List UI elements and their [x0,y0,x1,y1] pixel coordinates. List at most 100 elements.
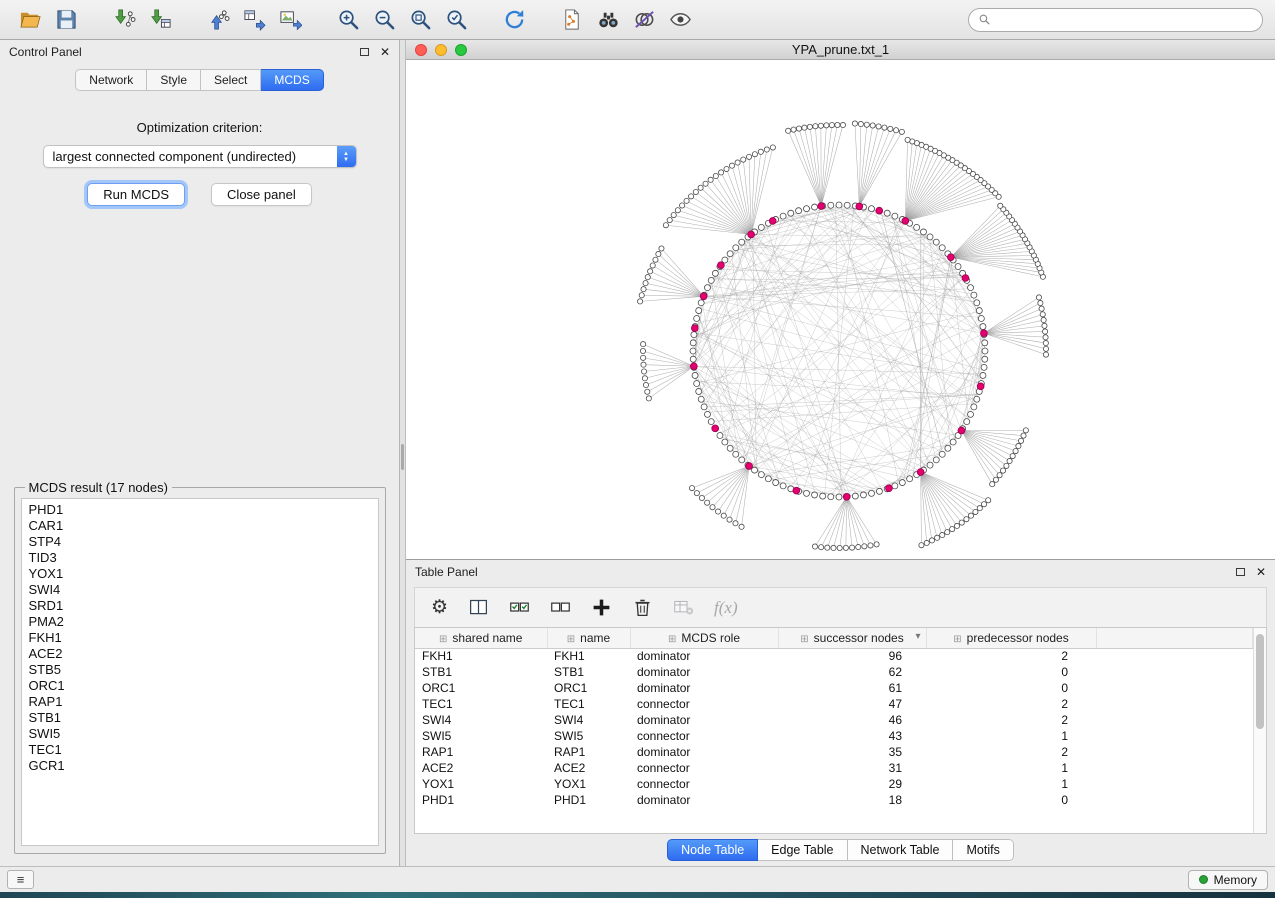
mcds-result-item[interactable]: GCR1 [29,758,371,774]
optimization-criterion-select[interactable]: largest connected component (undirected)… [43,145,357,168]
save-session-button[interactable] [48,4,84,36]
mcds-result-item[interactable]: STB1 [29,710,371,726]
table-row[interactable]: TEC1TEC1connector472 [415,696,1253,712]
table-cell[interactable] [1096,776,1253,792]
import-table-button[interactable] [142,4,178,36]
table-cell[interactable]: dominator [630,680,778,696]
vertical-splitter[interactable] [400,40,406,866]
column-header-mcds-role[interactable]: ⊞MCDS role [630,628,778,648]
table-cell[interactable]: RAP1 [415,744,547,760]
table-cell[interactable] [1096,744,1253,760]
table-cell[interactable] [1096,760,1253,776]
mcds-result-item[interactable]: STP4 [29,534,371,550]
table-cell[interactable]: 46 [778,712,926,728]
mcds-result-item[interactable]: SWI4 [29,582,371,598]
table-cell[interactable]: 2 [926,696,1096,712]
table-cell[interactable]: 1 [926,728,1096,744]
mcds-result-item[interactable]: PHD1 [29,502,371,518]
table-cell[interactable]: 35 [778,744,926,760]
close-panel-icon[interactable]: ✕ [380,46,390,58]
search-input[interactable] [997,13,1253,27]
table-cell[interactable] [1096,680,1253,696]
zoom-out-button[interactable] [366,4,402,36]
table-cell[interactable] [1096,648,1253,664]
tab-select[interactable]: Select [201,69,261,91]
table-cell[interactable]: TEC1 [547,696,630,712]
zoom-fit-button[interactable] [402,4,438,36]
table-cell[interactable]: dominator [630,712,778,728]
mcds-result-item[interactable]: TID3 [29,550,371,566]
table-cell[interactable]: SWI5 [547,728,630,744]
table-cell[interactable]: ORC1 [415,680,547,696]
find-button[interactable] [590,4,626,36]
float-panel-icon[interactable] [360,48,369,56]
zoom-selected-button[interactable] [438,4,474,36]
mcds-result-item[interactable]: ORC1 [29,678,371,694]
table-scrollbar-thumb[interactable] [1256,634,1264,729]
mcds-result-item[interactable]: ACE2 [29,646,371,662]
mcds-result-item[interactable]: SRD1 [29,598,371,614]
table-cell[interactable]: 18 [778,792,926,808]
mcds-result-item[interactable]: RAP1 [29,694,371,710]
table-cell[interactable] [1096,712,1253,728]
export-image-button[interactable] [272,4,308,36]
table-cell[interactable]: 62 [778,664,926,680]
table-cell[interactable]: RAP1 [547,744,630,760]
table-row[interactable]: STB1STB1dominator620 [415,664,1253,680]
tab-edge-table[interactable]: Edge Table [758,839,847,861]
table-cell[interactable]: dominator [630,648,778,664]
export-table-button[interactable] [236,4,272,36]
column-header-shared-name[interactable]: ⊞shared name [415,628,547,648]
tab-network[interactable]: Network [75,69,147,91]
export-network-button[interactable] [200,4,236,36]
table-cell[interactable]: 2 [926,744,1096,760]
table-cell[interactable]: connector [630,760,778,776]
table-row[interactable]: YOX1YOX1connector291 [415,776,1253,792]
table-settings-button[interactable]: ⚙ [431,594,448,622]
window-zoom-button[interactable] [455,44,467,56]
table-cell[interactable]: ACE2 [547,760,630,776]
table-row[interactable]: PHD1PHD1dominator180 [415,792,1253,808]
table-cell[interactable]: PHD1 [415,792,547,808]
table-cell[interactable]: 1 [926,776,1096,792]
table-row[interactable]: ACE2ACE2connector311 [415,760,1253,776]
table-cell[interactable]: YOX1 [415,776,547,792]
table-cell[interactable]: TEC1 [415,696,547,712]
table-cell[interactable]: ORC1 [547,680,630,696]
tab-motifs[interactable]: Motifs [953,839,1013,861]
tab-network-table[interactable]: Network Table [848,839,954,861]
table-cell[interactable]: 0 [926,680,1096,696]
table-cell[interactable]: 0 [926,792,1096,808]
close-panel-button[interactable]: Close panel [211,183,312,206]
table-cell[interactable]: 47 [778,696,926,712]
float-table-panel-icon[interactable] [1236,568,1245,576]
import-network-button[interactable] [106,4,142,36]
column-header-successor-nodes[interactable]: ⊞successor nodes▾ [778,628,926,648]
add-column-button[interactable] [591,594,612,622]
zoom-in-button[interactable] [330,4,366,36]
table-cell[interactable]: STB1 [547,664,630,680]
table-cell[interactable]: STB1 [415,664,547,680]
table-row[interactable]: SWI5SWI5connector431 [415,728,1253,744]
select-all-button[interactable] [509,594,530,622]
table-cell[interactable]: SWI4 [415,712,547,728]
table-cell[interactable]: FKH1 [415,648,547,664]
table-row[interactable]: SWI4SWI4dominator462 [415,712,1253,728]
table-cell[interactable]: PHD1 [547,792,630,808]
mcds-result-item[interactable]: STB5 [29,662,371,678]
table-cell[interactable]: 61 [778,680,926,696]
mcds-result-item[interactable]: FKH1 [29,630,371,646]
deselect-all-button[interactable] [550,594,571,622]
hide-selected-button[interactable] [626,4,662,36]
mcds-result-item[interactable]: CAR1 [29,518,371,534]
apply-layout-button[interactable] [496,4,532,36]
window-close-button[interactable] [415,44,427,56]
task-history-button[interactable]: ≡ [7,870,34,889]
network-canvas[interactable] [406,60,1275,559]
sort-chevron-icon[interactable]: ▾ [915,631,920,642]
table-cell[interactable]: 2 [926,712,1096,728]
table-cell[interactable]: 2 [926,648,1096,664]
table-cell[interactable] [1096,728,1253,744]
table-row[interactable]: FKH1FKH1dominator962 [415,648,1253,664]
table-cell[interactable]: SWI4 [547,712,630,728]
